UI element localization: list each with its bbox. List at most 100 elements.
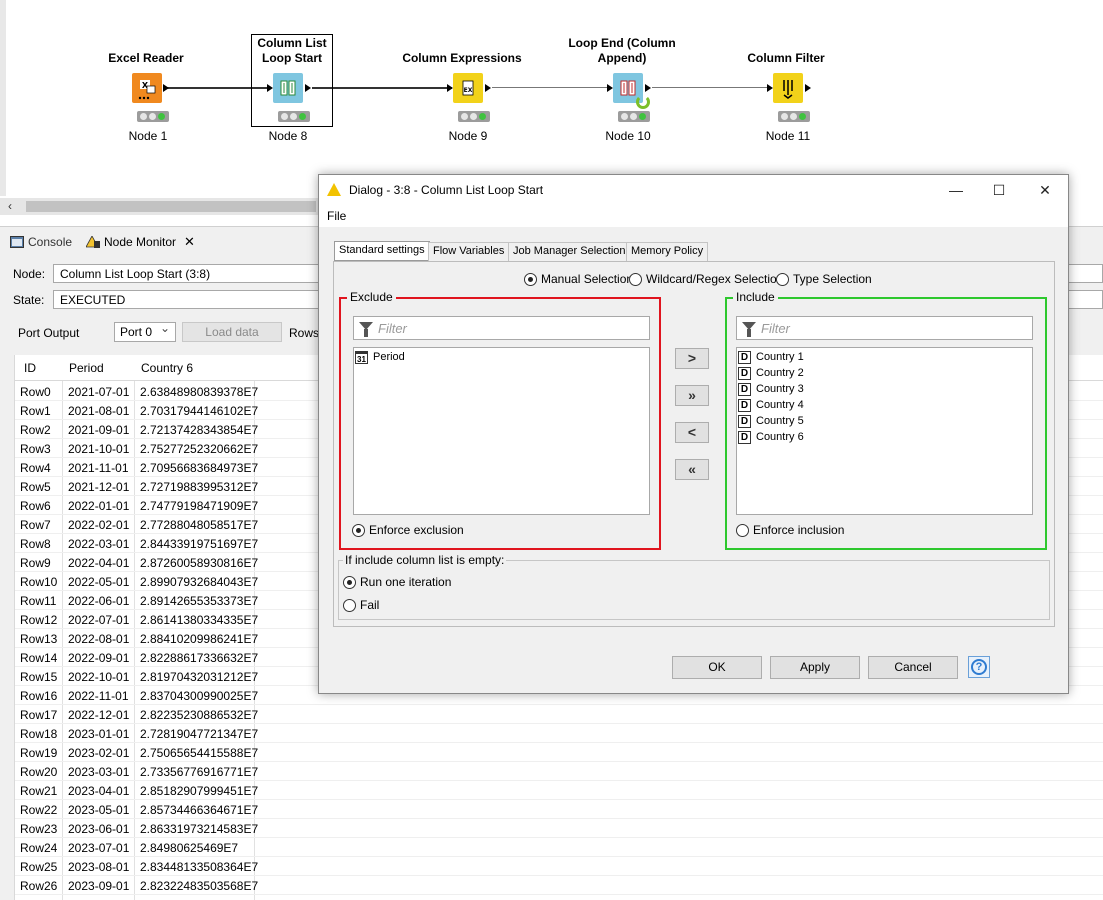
- cell-period: 2023-02-01: [68, 746, 130, 760]
- column-header-id[interactable]: ID: [24, 361, 36, 375]
- scrollbar-thumb[interactable]: [26, 201, 316, 212]
- tab-console[interactable]: Console: [10, 233, 72, 251]
- column-header-period[interactable]: Period: [69, 361, 104, 375]
- remove-button[interactable]: <: [675, 422, 709, 443]
- tab-memory-policy[interactable]: Memory Policy: [626, 242, 709, 261]
- cell-id: Row16: [20, 689, 58, 703]
- table-row[interactable]: Row19 2023-02-01 2.75065654415588E7: [15, 743, 1103, 762]
- cell-country-6: 2.84433919751697E7: [140, 537, 259, 551]
- list-item[interactable]: 31 Period: [355, 349, 405, 365]
- output-port[interactable]: [305, 84, 311, 92]
- exclude-filter-input[interactable]: Filter: [353, 316, 650, 340]
- output-port[interactable]: [485, 84, 491, 92]
- double-column-icon: D: [738, 382, 751, 396]
- radio-enforce-inclusion[interactable]: Enforce inclusion: [736, 523, 844, 537]
- cancel-button[interactable]: Cancel: [868, 656, 958, 679]
- apply-button[interactable]: Apply: [770, 656, 860, 679]
- list-item[interactable]: D Country 4: [738, 397, 804, 413]
- column-expressions-icon[interactable]: EX: [453, 73, 483, 103]
- canvas-horizontal-scrollbar[interactable]: ‹: [0, 198, 320, 215]
- help-button[interactable]: ?: [968, 656, 990, 678]
- cell-period: 2022-09-01: [68, 651, 130, 665]
- output-port[interactable]: [645, 84, 651, 92]
- node-label[interactable]: Node 11: [758, 129, 818, 143]
- minimize-button[interactable]: —: [944, 179, 968, 201]
- tab-flow-variables[interactable]: Flow Variables: [428, 242, 510, 261]
- double-column-icon: D: [738, 398, 751, 412]
- cell-id: Row12: [20, 613, 58, 627]
- output-port[interactable]: [163, 84, 169, 92]
- exclude-list[interactable]: 31 Period: [353, 347, 650, 515]
- cell-period: 2023-05-01: [68, 803, 130, 817]
- list-item[interactable]: D Country 2: [738, 365, 804, 381]
- workflow-canvas[interactable]: Excel Reader X Node 1 Column List Loop S…: [6, 0, 1103, 196]
- node-label[interactable]: Node 9: [438, 129, 498, 143]
- radio-run-one-iteration[interactable]: Run one iteration: [343, 575, 451, 589]
- radio-fail[interactable]: Fail: [343, 598, 379, 612]
- column-header-country-6[interactable]: Country 6: [141, 361, 193, 375]
- load-data-button[interactable]: Load data: [182, 322, 282, 342]
- add-all-button[interactable]: »: [675, 385, 709, 406]
- maximize-button[interactable]: ☐: [987, 179, 1011, 201]
- list-item[interactable]: D Country 6: [738, 429, 804, 445]
- node-label[interactable]: Node 8: [258, 129, 318, 143]
- radio-dot: [736, 523, 749, 537]
- node-title: Column Expressions: [402, 51, 522, 65]
- table-row[interactable]: Row26 2023-09-01 2.82322483503568E7: [15, 876, 1103, 895]
- node-label[interactable]: Node 10: [598, 129, 658, 143]
- table-row[interactable]: Row18 2023-01-01 2.72819047721347E7: [15, 724, 1103, 743]
- remove-all-button[interactable]: «: [675, 459, 709, 480]
- cell-id: Row18: [20, 727, 58, 741]
- table-row[interactable]: Row23 2023-06-01 2.86331973214583E7: [15, 819, 1103, 838]
- double-column-icon: D: [738, 366, 751, 380]
- list-item[interactable]: D Country 5: [738, 413, 804, 429]
- cell-country-6: 2.86141380334335E7: [140, 613, 259, 627]
- excel-reader-icon[interactable]: X: [132, 73, 162, 103]
- exclude-group: Exclude Filter 31 Period Enforce exclusi…: [339, 290, 661, 550]
- radio-enforce-exclusion[interactable]: Enforce exclusion: [352, 523, 464, 537]
- tab-job-manager-selection[interactable]: Job Manager Selection: [508, 242, 631, 261]
- radio-dot: [352, 523, 365, 537]
- column-filter-icon[interactable]: [773, 73, 803, 103]
- loop-start-icon[interactable]: [273, 73, 303, 103]
- cell-id: Row4: [20, 461, 51, 475]
- list-item[interactable]: D Country 3: [738, 381, 804, 397]
- node-label[interactable]: Node 1: [118, 129, 178, 143]
- connection-node8-node9: [312, 87, 452, 89]
- radio-wildcard-regex-selection[interactable]: Wildcard/Regex Selection: [629, 272, 783, 286]
- table-row[interactable]: Row25 2023-08-01 2.83448133508364E7: [15, 857, 1103, 876]
- tab-standard-settings[interactable]: Standard settings: [334, 241, 430, 261]
- scroll-left-icon[interactable]: ‹: [8, 199, 12, 213]
- table-row[interactable]: Row22 2023-05-01 2.85734466364671E7: [15, 800, 1103, 819]
- ok-button[interactable]: OK: [672, 656, 762, 679]
- close-button[interactable]: ✕: [1033, 179, 1057, 201]
- cell-period: 2022-01-01: [68, 499, 130, 513]
- cell-country-6: 2.73356776916771E7: [140, 765, 259, 779]
- cell-period: 2023-01-01: [68, 727, 130, 741]
- table-row[interactable]: Row21 2023-04-01 2.85182907999451E7: [15, 781, 1103, 800]
- tab-node-monitor[interactable]: Node Monitor ✕: [86, 233, 195, 251]
- list-item[interactable]: D Country 1: [738, 349, 804, 365]
- port-select[interactable]: Port 0: [114, 321, 176, 342]
- cell-id: Row6: [20, 499, 51, 513]
- cell-id: Row15: [20, 670, 58, 684]
- table-row[interactable]: Row20 2023-03-01 2.73356776916771E7: [15, 762, 1103, 781]
- include-list[interactable]: D Country 1 D Country 2 D Country 3 D Country 4…: [736, 347, 1033, 515]
- cell-period: 2022-06-01: [68, 594, 130, 608]
- radio-type-selection[interactable]: Type Selection: [776, 272, 872, 286]
- cell-country-6: 2.85734466364671E7: [140, 803, 259, 817]
- cell-id: Row25: [20, 860, 58, 874]
- console-icon: [10, 236, 24, 248]
- cell-period: 2022-10-01: [68, 670, 130, 684]
- radio-manual-selection[interactable]: Manual Selection: [524, 272, 633, 286]
- radio-dot: [343, 598, 356, 612]
- include-filter-input[interactable]: Filter: [736, 316, 1033, 340]
- add-button[interactable]: >: [675, 348, 709, 369]
- menu-file[interactable]: File: [327, 209, 346, 223]
- table-row[interactable]: Row17 2022-12-01 2.82235230886532E7: [15, 705, 1103, 724]
- dialog-titlebar[interactable]: Dialog - 3:8 - Column List Loop Start — …: [319, 175, 1068, 205]
- output-port[interactable]: [805, 84, 811, 92]
- table-row[interactable]: Row24 2023-07-01 2.84980625469E7: [15, 838, 1103, 857]
- close-icon[interactable]: ✕: [184, 234, 195, 250]
- column-list-loop-start-dialog: Dialog - 3:8 - Column List Loop Start — …: [318, 174, 1069, 694]
